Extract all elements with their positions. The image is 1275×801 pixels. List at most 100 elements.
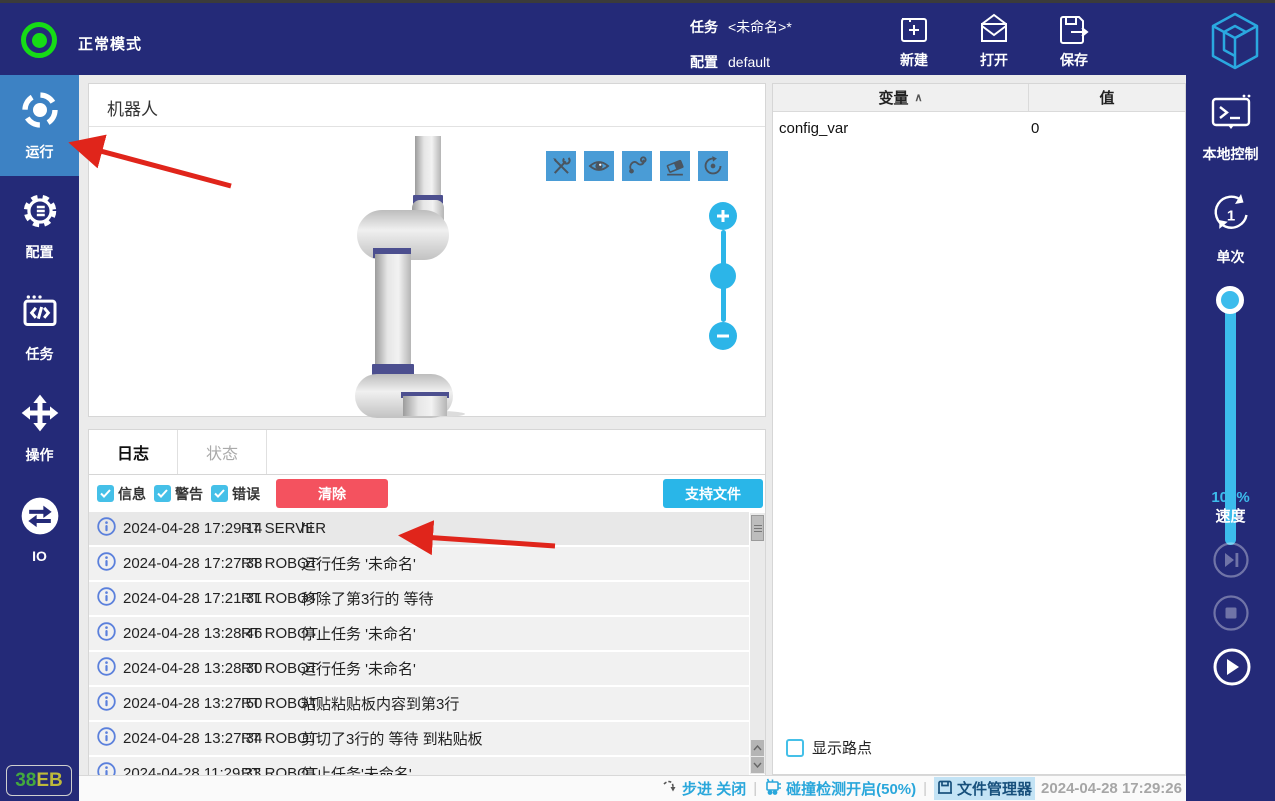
info-icon bbox=[97, 587, 116, 611]
save-label: 保存 bbox=[1038, 50, 1110, 70]
local-control-button[interactable]: 本地控制 bbox=[1186, 93, 1275, 164]
left-nav: 运行 配置 任务 操作 IO bbox=[0, 75, 79, 801]
zoom-out-button[interactable] bbox=[709, 322, 737, 350]
separator: | bbox=[923, 780, 927, 797]
speed-slider-handle[interactable] bbox=[1216, 286, 1244, 314]
stop-button[interactable] bbox=[1212, 594, 1250, 632]
scroll-up-button[interactable] bbox=[751, 740, 764, 756]
log-message: 移除了第3行的 等待 bbox=[301, 588, 434, 609]
nav-item-task[interactable]: 任务 bbox=[0, 277, 79, 378]
rotate-view-button[interactable] bbox=[698, 151, 728, 181]
checkbox-checked-icon bbox=[97, 485, 114, 502]
save-button[interactable]: 保存 bbox=[1038, 11, 1110, 70]
task-label: 任务 bbox=[690, 19, 718, 35]
robot-panel: 机器人 bbox=[88, 83, 766, 417]
nav-item-operate[interactable]: 操作 bbox=[0, 378, 79, 479]
new-task-button[interactable]: 新建 bbox=[878, 11, 950, 70]
log-row[interactable]: 2024-04-28 17:29:14 RT SERVER hi bbox=[89, 512, 749, 545]
collision-detection-toggle[interactable]: 碰撞检测开启(50%) bbox=[764, 778, 916, 799]
nav-item-config[interactable]: 配置 bbox=[0, 176, 79, 277]
tab-status[interactable]: 状态 bbox=[178, 430, 267, 474]
log-row[interactable]: 2024-04-28 13:28:46 RT ROBOT 停止任务 '未命名' bbox=[89, 617, 749, 650]
new-task-icon bbox=[878, 13, 950, 47]
variables-table-header: 变量∧ 值 bbox=[773, 84, 1185, 112]
tools-button[interactable] bbox=[546, 151, 576, 181]
single-run-label: 单次 bbox=[1186, 247, 1275, 267]
collision-label: 碰撞检测开启(50%) bbox=[786, 778, 916, 799]
column-value-header[interactable]: 值 bbox=[1029, 84, 1185, 111]
single-run-button[interactable]: 1 单次 bbox=[1186, 192, 1275, 267]
info-icon bbox=[97, 762, 116, 776]
checkbox-checked-icon bbox=[211, 485, 228, 502]
file-manager-label: 文件管理器 bbox=[957, 778, 1032, 799]
trajectory-button[interactable] bbox=[622, 151, 652, 181]
log-row[interactable]: 2024-04-28 13:28:30 RT ROBOT 运行任务 '未命名' bbox=[89, 652, 749, 685]
support-file-button[interactable]: 支持文件 bbox=[663, 479, 763, 508]
open-icon bbox=[958, 13, 1030, 47]
log-row[interactable]: 2024-04-28 17:21:31 RT ROBOT 移除了第3行的 等待 bbox=[89, 582, 749, 615]
filter-error-checkbox[interactable]: 错误 bbox=[211, 484, 260, 504]
filter-warning-checkbox[interactable]: 警告 bbox=[154, 484, 203, 504]
checkbox-checked-icon bbox=[154, 485, 171, 502]
open-button[interactable]: 打开 bbox=[958, 11, 1030, 70]
step-mode-icon bbox=[662, 779, 678, 799]
status-bar: 步进 关闭 | 碰撞检测开启(50%) | 文件管理器 2024-04-28 1… bbox=[79, 775, 1186, 801]
variable-row[interactable]: config_var 0 bbox=[773, 112, 1185, 144]
log-row[interactable]: 2024-04-28 13:27:34 RT ROBOT 剪切了3行的 等待 到… bbox=[89, 722, 749, 755]
nav-config-label: 配置 bbox=[26, 242, 54, 262]
status-timestamp: 2024-04-28 17:29:26 bbox=[1041, 780, 1182, 797]
badge-yellow-part: EB bbox=[36, 770, 62, 791]
log-message: hi bbox=[301, 520, 313, 537]
save-icon bbox=[1038, 13, 1110, 47]
step-mode-toggle[interactable]: 步进 关闭 bbox=[662, 778, 746, 799]
filter-info-checkbox[interactable]: 信息 bbox=[97, 484, 146, 504]
badge-green-part: 38 bbox=[15, 770, 36, 791]
tab-log[interactable]: 日志 bbox=[89, 430, 178, 474]
sort-asc-icon: ∧ bbox=[914, 91, 922, 104]
config-gear-icon bbox=[21, 192, 59, 235]
nav-item-run[interactable]: 运行 bbox=[0, 75, 79, 176]
robot-arm-3d-view[interactable] bbox=[351, 136, 466, 423]
log-list: 2024-04-28 17:29:14 RT SERVER hi 2024-04… bbox=[88, 512, 766, 775]
log-row[interactable]: 2024-04-28 11:29:33 RT ROBOT 停止任务'未命名' bbox=[89, 757, 749, 775]
speed-value: 100% bbox=[1186, 488, 1275, 507]
play-button[interactable] bbox=[1212, 647, 1250, 685]
io-icon bbox=[20, 496, 60, 541]
show-waypoints-label: 显示路点 bbox=[812, 737, 872, 758]
zoom-in-button[interactable] bbox=[709, 202, 737, 230]
step-mode-label: 步进 关闭 bbox=[682, 778, 746, 799]
log-source: RT SERVER bbox=[241, 520, 326, 537]
divider bbox=[89, 126, 765, 127]
clear-log-button[interactable]: 清除 bbox=[276, 479, 388, 508]
filter-info-label: 信息 bbox=[118, 484, 146, 504]
local-control-label: 本地控制 bbox=[1186, 144, 1275, 164]
operate-move-icon bbox=[20, 393, 60, 438]
open-label: 打开 bbox=[958, 50, 1030, 70]
log-filter-row: 信息 警告 错误 清除 支持文件 bbox=[88, 475, 766, 512]
log-message: 停止任务 '未命名' bbox=[301, 623, 416, 644]
log-row[interactable]: 2024-04-28 13:27:50 RT ROBOT 粘贴粘贴板内容到第3行 bbox=[89, 687, 749, 720]
right-control-rail: 本地控制 1 单次 100% 速度 bbox=[1186, 75, 1275, 801]
info-icon bbox=[97, 692, 116, 716]
log-scrollbar[interactable] bbox=[750, 513, 765, 774]
header-bar: 正常模式 任务<未命名>* 配置default 新建 打开 保存 bbox=[0, 3, 1275, 75]
visibility-button[interactable] bbox=[584, 151, 614, 181]
scrollbar-thumb[interactable] bbox=[751, 515, 764, 541]
log-message: 剪切了3行的 等待 到粘贴板 bbox=[301, 728, 483, 749]
step-forward-button[interactable] bbox=[1212, 541, 1250, 579]
nav-run-label: 运行 bbox=[26, 142, 54, 162]
info-icon bbox=[97, 727, 116, 751]
nav-task-label: 任务 bbox=[26, 344, 54, 364]
config-value: default bbox=[728, 54, 770, 70]
task-value: <未命名>* bbox=[728, 19, 792, 35]
zoom-slider-handle[interactable] bbox=[710, 263, 736, 289]
svg-text:1: 1 bbox=[1226, 208, 1234, 225]
log-row[interactable]: 2024-04-28 17:27:38 RT ROBOT 运行任务 '未命名' bbox=[89, 547, 749, 580]
filter-error-label: 错误 bbox=[232, 484, 260, 504]
eraser-button[interactable] bbox=[660, 151, 690, 181]
file-manager-button[interactable]: 文件管理器 bbox=[934, 777, 1035, 800]
scroll-down-button[interactable] bbox=[751, 757, 764, 773]
show-waypoints-checkbox[interactable]: 显示路点 bbox=[786, 737, 872, 758]
column-variable-header[interactable]: 变量∧ bbox=[773, 84, 1029, 111]
nav-item-io[interactable]: IO bbox=[0, 479, 79, 580]
